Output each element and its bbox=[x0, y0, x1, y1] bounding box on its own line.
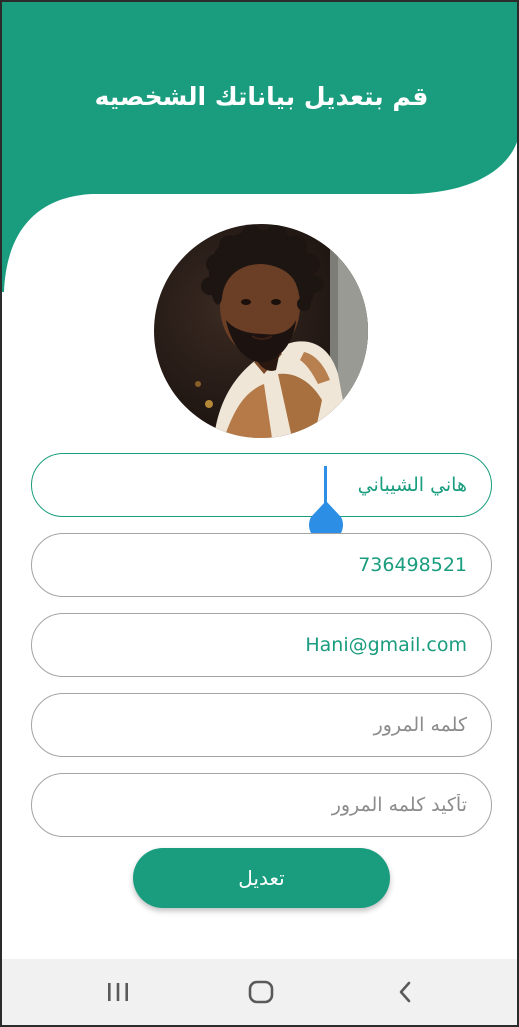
phone-field[interactable] bbox=[31, 533, 492, 597]
name-field[interactable] bbox=[31, 453, 492, 517]
name-input[interactable] bbox=[32, 454, 491, 516]
phone-input[interactable] bbox=[32, 534, 491, 596]
confirm-password-input[interactable] bbox=[32, 774, 491, 836]
home-icon bbox=[248, 980, 274, 1004]
app-screen: قم بتعديل بياناتك الشخصيه هاني الشيباني … bbox=[0, 0, 519, 1027]
edit-submit-button[interactable]: تعديل bbox=[133, 848, 390, 908]
confirm-password-field[interactable] bbox=[31, 773, 492, 837]
back-icon bbox=[399, 981, 411, 1003]
email-input[interactable] bbox=[32, 614, 491, 676]
recents-button[interactable] bbox=[98, 975, 138, 1009]
password-field[interactable] bbox=[31, 693, 492, 757]
home-button[interactable] bbox=[241, 975, 281, 1009]
back-button[interactable] bbox=[385, 975, 425, 1009]
email-field[interactable] bbox=[31, 613, 492, 677]
page-title: قم بتعديل بياناتك الشخصيه bbox=[94, 82, 429, 111]
text-cursor bbox=[324, 466, 327, 506]
avatar[interactable] bbox=[154, 224, 368, 438]
password-input[interactable] bbox=[32, 694, 491, 756]
recents-icon bbox=[108, 983, 128, 1001]
system-nav-bar bbox=[2, 959, 517, 1025]
